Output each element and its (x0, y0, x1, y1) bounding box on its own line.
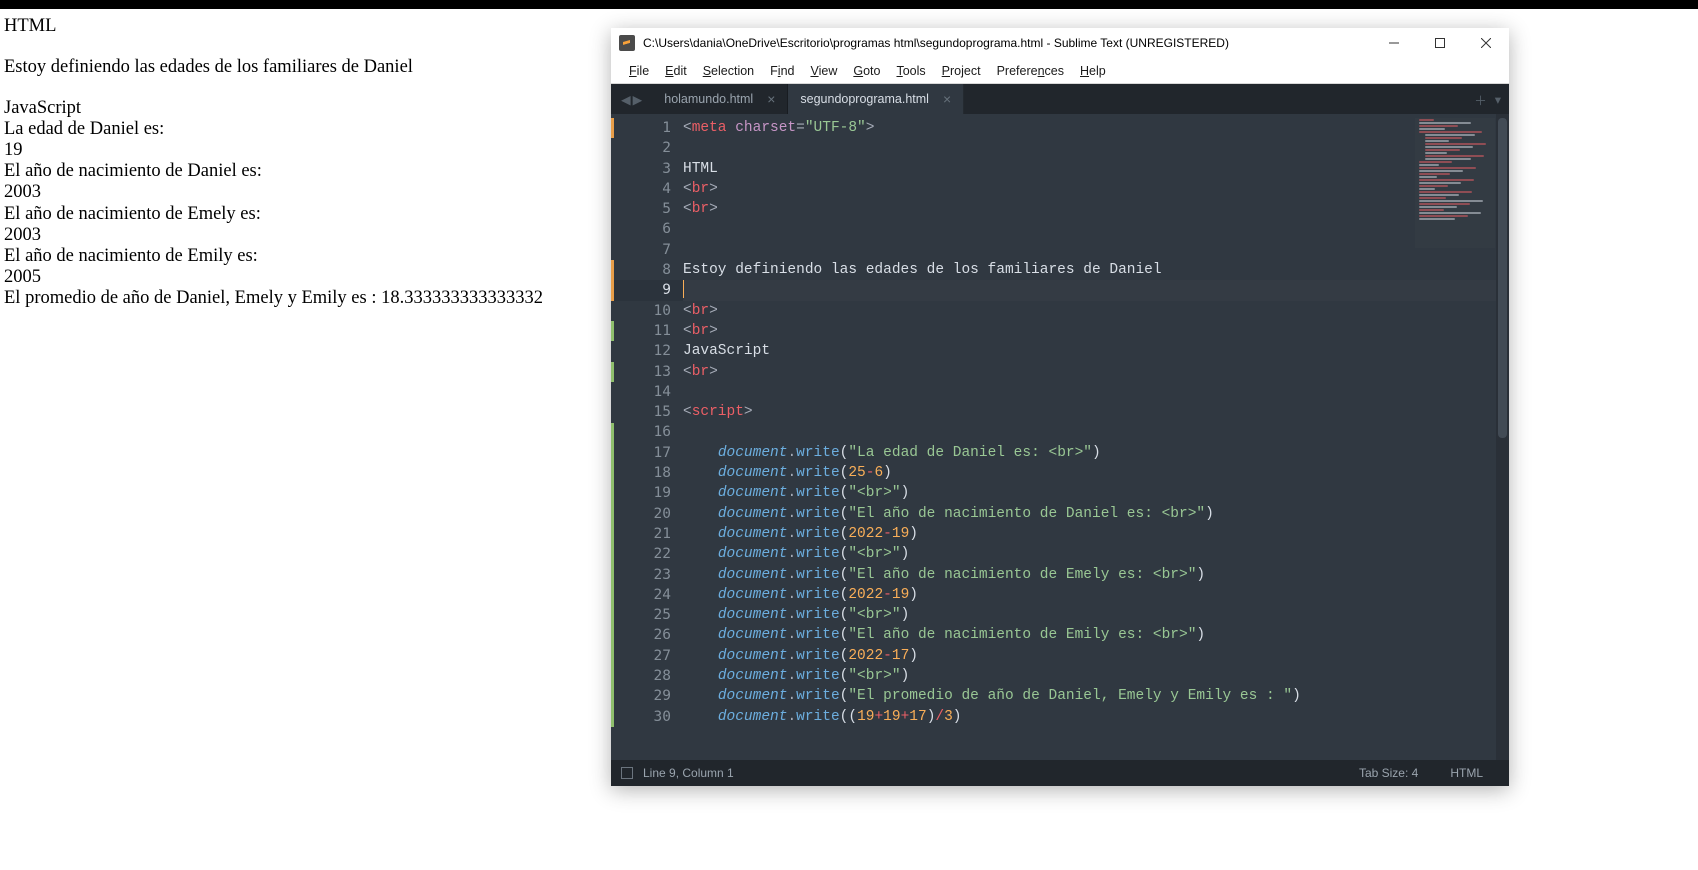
tab-holamundo[interactable]: holamundo.html × (652, 84, 788, 114)
chevron-left-icon[interactable]: ◀ (621, 92, 631, 107)
chevron-right-icon[interactable]: ▶ (633, 92, 643, 107)
tab-size-indicator[interactable]: Tab Size: 4 (1343, 766, 1434, 780)
output-line: 2003 (4, 182, 543, 203)
menu-help[interactable]: Help (1072, 60, 1114, 82)
close-button[interactable] (1463, 28, 1509, 58)
editor-area[interactable]: 1234567891011121314151617181920212223242… (611, 114, 1509, 760)
menu-find[interactable]: Find (762, 60, 802, 82)
browser-page: HTML Estoy definiendo las edades de los … (4, 16, 543, 309)
scrollbar-thumb[interactable] (1498, 118, 1507, 438)
tab-label: segundoprograma.html (800, 92, 929, 106)
menu-selection[interactable]: Selection (695, 60, 762, 82)
menu-view[interactable]: View (802, 60, 845, 82)
output-line: 2005 (4, 267, 543, 288)
menu-edit[interactable]: Edit (657, 60, 695, 82)
page-script-label: JavaScript (4, 98, 543, 119)
menu-file[interactable]: File (621, 60, 657, 82)
menu-bar: File Edit Selection Find View Goto Tools… (611, 58, 1509, 84)
window-title: C:\Users\dania\OneDrive\Escritorio\progr… (643, 36, 1371, 50)
page-title: HTML (4, 16, 543, 37)
tab-bar: ◀ ▶ holamundo.html × segundoprograma.htm… (611, 84, 1509, 114)
output-line: El año de nacimiento de Daniel es: (4, 161, 543, 182)
new-tab-icon[interactable]: ＋ (1474, 90, 1487, 109)
output-line: La edad de Daniel es: (4, 119, 543, 140)
output-line: El año de nacimiento de Emely es: (4, 204, 543, 225)
output-line: El año de nacimiento de Emily es: (4, 246, 543, 267)
close-icon[interactable]: × (943, 91, 951, 107)
menu-goto[interactable]: Goto (845, 60, 888, 82)
cursor-position: Line 9, Column 1 (643, 766, 734, 780)
tab-segundoprograma[interactable]: segundoprograma.html × (788, 84, 964, 114)
syntax-indicator[interactable]: HTML (1434, 766, 1499, 780)
maximize-button[interactable] (1417, 28, 1463, 58)
tab-nav-arrows[interactable]: ◀ ▶ (611, 84, 652, 114)
window-titlebar[interactable]: C:\Users\dania\OneDrive\Escritorio\progr… (611, 28, 1509, 58)
line-number-gutter[interactable]: 1234567891011121314151617181920212223242… (611, 114, 683, 760)
panel-switcher-icon[interactable] (621, 767, 633, 779)
os-topbar (0, 0, 1698, 9)
vertical-scrollbar[interactable] (1496, 114, 1509, 760)
output-line: 19 (4, 140, 543, 161)
tab-menu-icon[interactable]: ▾ (1495, 92, 1501, 107)
output-line: El promedio de año de Daniel, Emely y Em… (4, 288, 543, 309)
sublime-logo-icon (619, 35, 635, 51)
status-bar: Line 9, Column 1 Tab Size: 4 HTML (611, 760, 1509, 786)
page-subtitle: Estoy definiendo las edades de los famil… (4, 57, 543, 78)
menu-preferences[interactable]: Preferences (989, 60, 1072, 82)
code-editor[interactable]: <meta charset="UTF-8">HTML<br><br>Estoy … (683, 114, 1509, 760)
menu-project[interactable]: Project (934, 60, 989, 82)
minimap[interactable] (1415, 118, 1495, 248)
tab-label: holamundo.html (664, 92, 753, 106)
sublime-window: C:\Users\dania\OneDrive\Escritorio\progr… (611, 28, 1509, 786)
close-icon[interactable]: × (767, 91, 775, 107)
minimize-button[interactable] (1371, 28, 1417, 58)
output-line: 2003 (4, 225, 543, 246)
menu-tools[interactable]: Tools (888, 60, 933, 82)
